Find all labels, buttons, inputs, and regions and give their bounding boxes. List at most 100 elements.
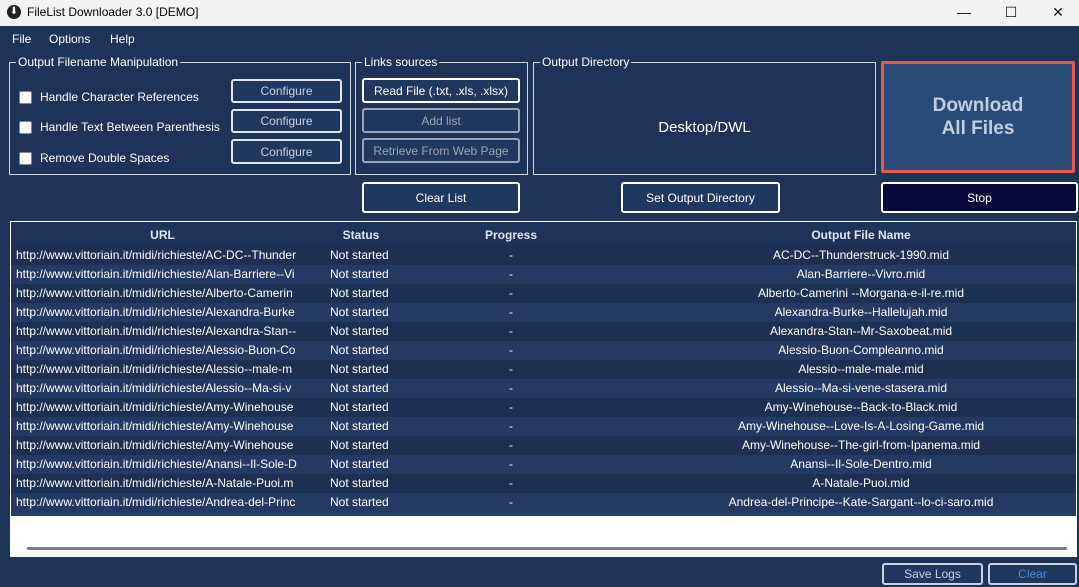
grid-header: URL Status Progress Output File Name [11, 222, 1076, 246]
table-row[interactable]: http://www.vittoriain.it/midi/richieste/… [11, 265, 1076, 284]
menu-bar: File Options Help [0, 26, 1079, 50]
row-output-file: Alan-Barriere--Vivro.mid [796, 267, 926, 281]
configure-double-spaces-button[interactable]: Configure [231, 139, 342, 164]
row-url: http://www.vittoriain.it/midi/richieste/… [16, 419, 294, 433]
column-status[interactable]: Status [321, 228, 401, 242]
row-output-file: A-Natale-Puoi.mid [812, 476, 910, 490]
table-row[interactable]: http://www.vittoriain.it/midi/richieste/… [11, 284, 1076, 303]
table-row[interactable]: http://www.vittoriain.it/midi/richieste/… [11, 493, 1076, 512]
retrieve-web-page-button[interactable]: Retrieve From Web Page [362, 138, 520, 163]
row-output-file: Andrea-del-Principe--Kate-Sargant--lo-ci… [728, 495, 994, 509]
close-button[interactable]: ✕ [1035, 0, 1079, 26]
table-row[interactable]: http://www.vittoriain.it/midi/richieste/… [11, 322, 1076, 341]
title-bar: ⬇ FileList Downloader 3.0 [DEMO] — ☐ ✕ [0, 0, 1079, 26]
row-url: http://www.vittoriain.it/midi/richieste/… [16, 438, 294, 452]
row-progress: - [509, 324, 513, 338]
menu-file[interactable]: File [12, 32, 31, 46]
row-progress: - [509, 476, 513, 490]
menu-options[interactable]: Options [49, 32, 90, 46]
links-sources-legend: Links sources [364, 55, 438, 69]
row-progress: - [509, 381, 513, 395]
configure-char-refs-button[interactable]: Configure [231, 79, 342, 103]
row-output-file: AC-DC--Thunderstruck-1990.mid [772, 248, 950, 262]
row-progress: - [509, 457, 513, 471]
char-refs-label: Handle Character References [40, 90, 199, 104]
column-url[interactable]: URL [11, 228, 314, 242]
grid-empty-area [11, 516, 1076, 556]
row-url: http://www.vittoriain.it/midi/richieste/… [16, 305, 295, 319]
clear-list-button[interactable]: Clear List [362, 182, 520, 213]
table-row[interactable]: http://www.vittoriain.it/midi/richieste/… [11, 379, 1076, 398]
minimize-button[interactable]: — [941, 0, 987, 26]
parenthesis-checkbox[interactable] [19, 120, 32, 134]
clear-log-button[interactable]: Clear [988, 563, 1077, 585]
row-output-file: Amy-Winehouse--Back-to-Black.mid [764, 400, 958, 414]
option-double-spaces[interactable]: Remove Double Spaces [19, 150, 169, 166]
row-progress: - [509, 438, 513, 452]
output-directory-legend: Output Directory [542, 55, 630, 69]
filename-manipulation-legend: Output Filename Manipulation [18, 55, 179, 69]
row-output-file: Alessio--male-male.mid [798, 362, 924, 376]
table-row[interactable]: http://www.vittoriain.it/midi/richieste/… [11, 398, 1076, 417]
set-output-directory-button[interactable]: Set Output Directory [621, 182, 780, 213]
download-list-grid[interactable]: URL Status Progress Output File Name htt… [10, 221, 1077, 557]
row-output-file: Alberto-Camerini --Morgana-e-il-re.mid [757, 286, 965, 300]
table-row[interactable]: http://www.vittoriain.it/midi/richieste/… [11, 303, 1076, 322]
output-directory-path: Desktop/DWL [658, 119, 751, 136]
row-output-file: Anansi--Il-Sole-Dentro.mid [790, 457, 932, 471]
row-output-file: Alessio-Buon-Compleanno.mid [778, 343, 944, 357]
row-url: http://www.vittoriain.it/midi/richieste/… [16, 343, 296, 357]
column-progress[interactable]: Progress [441, 228, 581, 242]
column-output-file-name[interactable]: Output File Name [611, 228, 1076, 242]
double-spaces-label: Remove Double Spaces [40, 151, 170, 165]
parenthesis-label: Handle Text Between Parenthesis [40, 120, 220, 134]
read-file-button[interactable]: Read File (.txt, .xls, .xlsx) [362, 78, 520, 103]
add-list-button[interactable]: Add list [362, 108, 520, 133]
download-all-files-button[interactable]: Download All Files [881, 61, 1075, 173]
row-url: http://www.vittoriain.it/midi/richieste/… [16, 400, 294, 414]
row-progress: - [509, 248, 513, 262]
row-url: http://www.vittoriain.it/midi/richieste/… [16, 286, 293, 300]
row-progress: - [509, 267, 513, 281]
download-line2: All Files [941, 118, 1015, 139]
configure-parenthesis-button[interactable]: Configure [231, 109, 342, 133]
row-progress: - [509, 419, 513, 433]
row-url: http://www.vittoriain.it/midi/richieste/… [16, 381, 292, 395]
row-url: http://www.vittoriain.it/midi/richieste/… [16, 495, 296, 509]
table-row[interactable]: http://www.vittoriain.it/midi/richieste/… [11, 360, 1076, 379]
row-url: http://www.vittoriain.it/midi/richieste/… [16, 324, 297, 338]
row-progress: - [509, 343, 513, 357]
row-output-file: Amy-Winehouse--The-girl-from-Ipanema.mid [741, 438, 981, 452]
save-logs-button[interactable]: Save Logs [882, 563, 983, 585]
row-progress: - [509, 305, 513, 319]
output-directory-group: Output Directory Desktop/DWL [533, 55, 876, 175]
row-progress: - [509, 286, 513, 300]
table-row[interactable]: http://www.vittoriain.it/midi/richieste/… [11, 246, 1076, 265]
table-row[interactable]: http://www.vittoriain.it/midi/richieste/… [11, 436, 1076, 455]
char-refs-checkbox[interactable] [19, 90, 32, 104]
row-url: http://www.vittoriain.it/midi/richieste/… [16, 248, 297, 262]
table-row[interactable]: http://www.vittoriain.it/midi/richieste/… [11, 341, 1076, 360]
row-progress: - [509, 400, 513, 414]
table-row[interactable]: http://www.vittoriain.it/midi/richieste/… [11, 417, 1076, 436]
option-parenthesis[interactable]: Handle Text Between Parenthesis [19, 119, 220, 135]
row-url: http://www.vittoriain.it/midi/richieste/… [16, 362, 293, 376]
row-output-file: Amy-Winehouse--Love-Is-A-Losing-Game.mid [737, 419, 985, 433]
option-char-refs[interactable]: Handle Character References [19, 89, 199, 105]
table-row[interactable]: http://www.vittoriain.it/midi/richieste/… [11, 474, 1076, 493]
row-url: http://www.vittoriain.it/midi/richieste/… [16, 267, 295, 281]
row-progress: - [509, 362, 513, 376]
stop-button[interactable]: Stop [881, 182, 1078, 213]
double-spaces-checkbox[interactable] [19, 151, 32, 165]
download-line1: Download [932, 95, 1024, 116]
window-title: FileList Downloader 3.0 [DEMO] [27, 5, 199, 19]
row-url: http://www.vittoriain.it/midi/richieste/… [16, 457, 297, 471]
row-progress: - [509, 495, 513, 509]
row-output-file: Alexandra-Stan--Mr-Saxobeat.mid [769, 324, 953, 338]
app-download-icon: ⬇ [7, 5, 21, 19]
maximize-button[interactable]: ☐ [988, 0, 1034, 26]
horizontal-scrollbar[interactable] [27, 547, 1067, 550]
table-row[interactable]: http://www.vittoriain.it/midi/richieste/… [11, 455, 1076, 474]
row-url: http://www.vittoriain.it/midi/richieste/… [16, 476, 294, 490]
menu-help[interactable]: Help [110, 32, 135, 46]
